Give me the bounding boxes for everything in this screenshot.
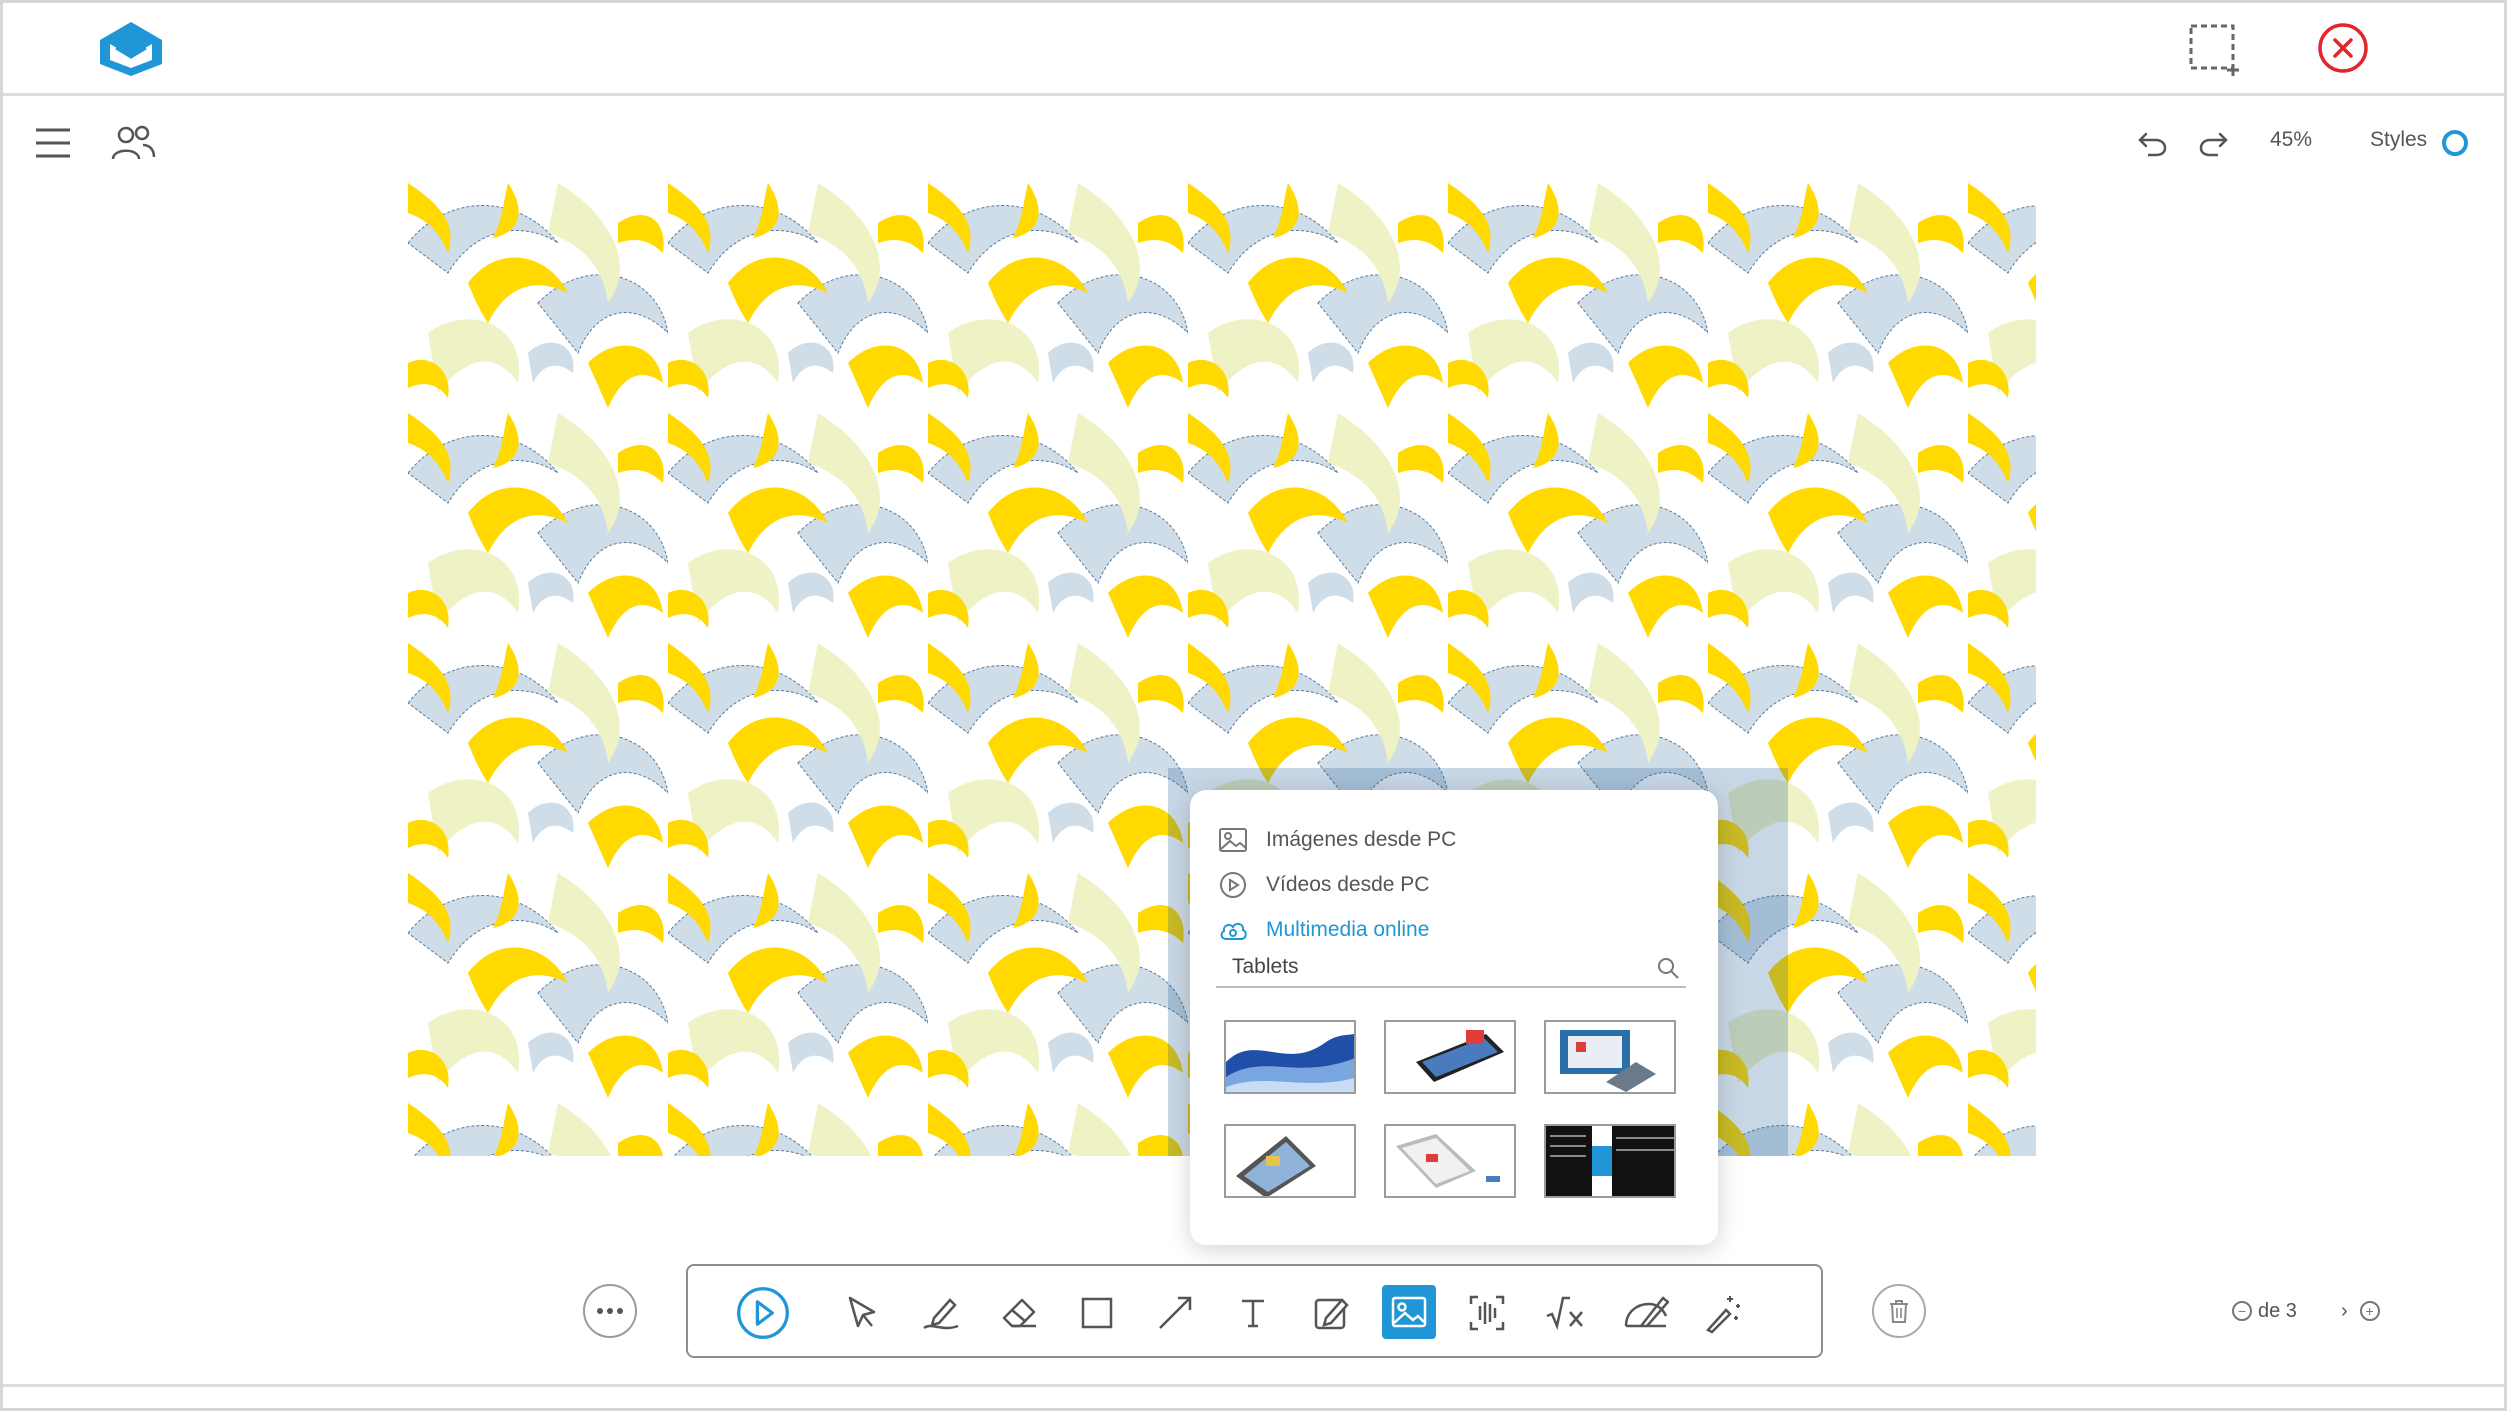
geometry-tool[interactable] — [1618, 1288, 1674, 1338]
math-tool[interactable] — [1540, 1288, 1590, 1338]
next-page-icon[interactable]: › — [2341, 1300, 2348, 1323]
image-icon — [1219, 828, 1247, 852]
media-tool[interactable] — [1382, 1285, 1436, 1339]
media-search-box — [1216, 950, 1686, 988]
result-thumbnail[interactable] — [1224, 1020, 1356, 1094]
close-circle-icon[interactable] — [2317, 22, 2369, 74]
page-count-label: de 3 — [2258, 1299, 2297, 1322]
more-options-button[interactable] — [583, 1284, 637, 1338]
zoom-level[interactable]: 45% — [2270, 128, 2312, 152]
users-icon[interactable] — [110, 124, 156, 162]
selection-crop-icon[interactable] — [2185, 18, 2245, 78]
arrow-line-icon — [1159, 1296, 1192, 1329]
undo-icon[interactable] — [2136, 128, 2168, 158]
text-icon — [1242, 1299, 1264, 1328]
bottom-divider — [3, 1384, 2504, 1387]
square-icon — [1081, 1297, 1113, 1329]
redo-icon[interactable] — [2198, 128, 2230, 158]
online-media-label: Multimedia online — [1266, 918, 1430, 941]
text-tool[interactable] — [1228, 1288, 1278, 1338]
square-root-icon — [1546, 1296, 1583, 1331]
cursor-icon — [848, 1296, 876, 1328]
image-icon — [1391, 1296, 1427, 1328]
eraser-icon — [1002, 1298, 1036, 1328]
pen-tool[interactable] — [916, 1288, 966, 1338]
add-page-icon[interactable]: + — [2359, 1301, 2380, 1321]
presentation-play-button[interactable] — [733, 1283, 793, 1343]
styles-toggle-icon[interactable] — [2442, 130, 2468, 156]
play-circle-icon — [1220, 872, 1246, 898]
media-insert-popup: Imágenes desde PC Vídeos desde PC Multim… — [1190, 790, 1718, 1245]
rectangle-tool[interactable] — [1072, 1288, 1122, 1338]
top-bar — [3, 3, 2504, 96]
search-icon[interactable] — [1656, 956, 1680, 980]
delete-button[interactable] — [1872, 1284, 1926, 1338]
images-from-pc-item[interactable]: Imágenes desde PC — [1218, 822, 1456, 858]
result-thumbnail[interactable] — [1544, 1124, 1676, 1198]
play-circle-icon — [737, 1287, 789, 1339]
result-thumbnail[interactable] — [1384, 1124, 1516, 1198]
select-tool[interactable] — [838, 1288, 888, 1338]
videos-from-pc-item[interactable]: Vídeos desde PC — [1218, 867, 1429, 903]
hamburger-menu-icon[interactable] — [34, 126, 72, 160]
previous-page-icon[interactable]: − — [2232, 1301, 2252, 1321]
drawing-toolbar — [686, 1264, 1823, 1358]
result-thumbnail[interactable] — [1544, 1020, 1676, 1094]
ellipsis-icon — [597, 1308, 623, 1314]
magic-wand-icon — [1705, 1296, 1740, 1334]
page-navigator: − de 3 › + — [2232, 1298, 2380, 1324]
images-from-pc-label: Imágenes desde PC — [1266, 828, 1457, 851]
line-tool[interactable] — [1150, 1288, 1200, 1338]
edit-note-icon — [1314, 1298, 1349, 1330]
media-search-input[interactable] — [1216, 950, 1636, 984]
styles-label[interactable]: Styles — [2370, 128, 2427, 152]
audio-recognition-tool[interactable] — [1462, 1288, 1512, 1338]
house-logo-icon[interactable] — [96, 18, 166, 78]
trash-icon — [1890, 1300, 1908, 1323]
result-thumbnail[interactable] — [1384, 1020, 1516, 1094]
result-thumbnail[interactable] — [1224, 1124, 1356, 1198]
edit-tool[interactable] — [1306, 1288, 1356, 1338]
videos-from-pc-label: Vídeos desde PC — [1266, 873, 1430, 896]
waveform-frame-icon — [1469, 1295, 1505, 1331]
online-media-item[interactable]: Multimedia online — [1218, 912, 1429, 948]
protractor-ruler-icon — [1624, 1296, 1669, 1328]
cloud-icon — [1220, 922, 1247, 940]
magic-tool[interactable] — [1698, 1288, 1748, 1338]
pen-icon — [923, 1298, 959, 1330]
eraser-tool[interactable] — [994, 1288, 1044, 1338]
